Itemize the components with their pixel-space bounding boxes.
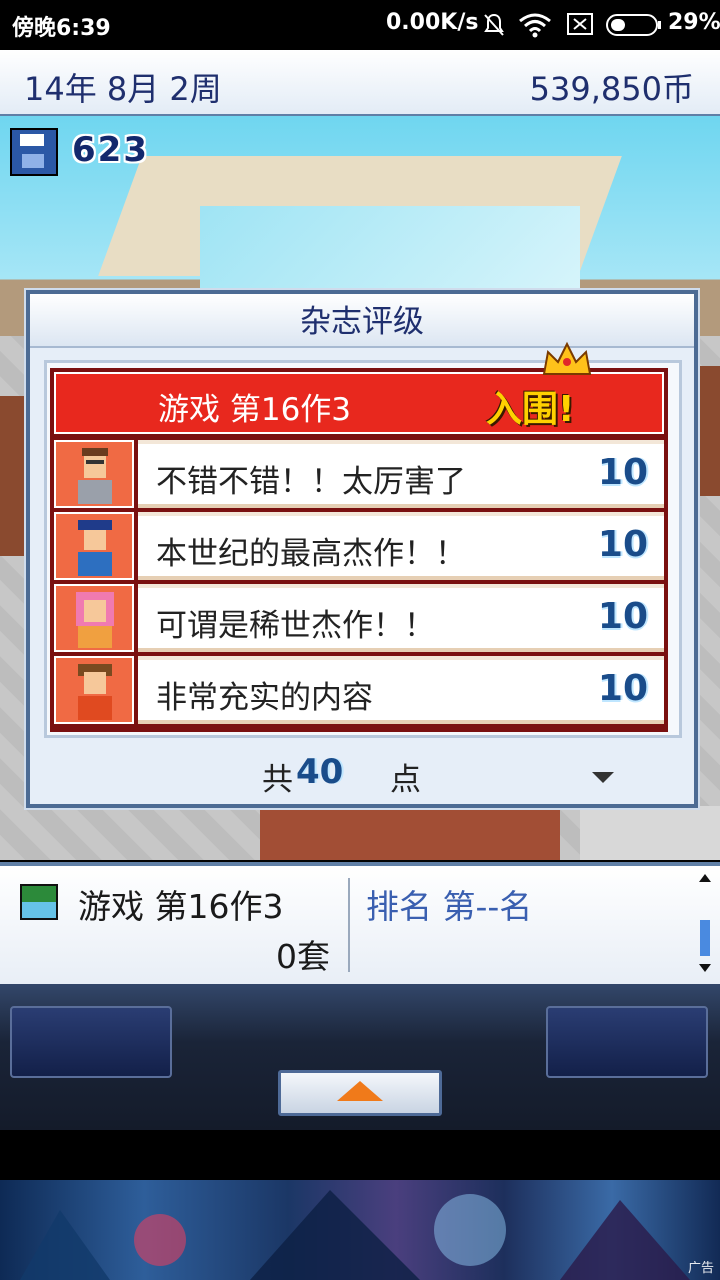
reviewer-brown-hair-icon xyxy=(54,656,134,724)
game-banner: 游戏 第16作3 入围! xyxy=(54,372,664,434)
battery-icon xyxy=(606,14,661,36)
units-sold: 0套 xyxy=(276,937,330,976)
ad-label: 广告 xyxy=(687,1261,714,1276)
sim-icon xyxy=(567,13,593,35)
total-value: 40 xyxy=(296,752,344,792)
arrow-up-icon xyxy=(337,1081,383,1101)
review-comment: 非常充实的内容 xyxy=(156,680,373,716)
scroll-down-icon xyxy=(699,964,711,972)
review-comment: 本世纪的最高杰作！！ xyxy=(156,536,466,572)
reviewed-game-name: 游戏 第16作3 xyxy=(158,392,352,428)
reviewer-pink-hair-icon xyxy=(54,584,134,652)
right-menu-button[interactable] xyxy=(546,1006,708,1078)
scroll-up-icon xyxy=(699,874,711,882)
battery-level: 29% xyxy=(668,10,720,35)
money-display: 539,850币 xyxy=(529,70,694,108)
game-header: 14年 8月 2周 539,850币 xyxy=(0,50,720,117)
left-menu-button[interactable] xyxy=(10,1006,172,1078)
expand-menu-button[interactable] xyxy=(278,1070,442,1116)
save-counter: 623 xyxy=(72,130,149,170)
sales-rank: 排名 第--名 xyxy=(366,887,533,926)
game-info-bar: 游戏 第16作3 0套 排名 第--名 xyxy=(0,862,720,986)
continue-arrow-icon[interactable] xyxy=(592,772,614,783)
ad-artwork xyxy=(20,1190,690,1280)
info-scrollbar[interactable] xyxy=(696,872,714,976)
review-score: 10 xyxy=(597,596,648,637)
review-score: 10 xyxy=(597,524,648,565)
wifi-icon xyxy=(519,13,551,38)
ad-banner[interactable]: 广告 xyxy=(0,1180,720,1280)
game-cartridge-icon xyxy=(20,884,58,920)
total-points: 共 40 点 xyxy=(30,746,694,798)
bookshelf xyxy=(580,806,720,860)
magazine-review-dialog[interactable]: 杂志评级 游戏 第16作3 入围! 不错不错！！太厉害了 10 本世纪的最高杰作！… xyxy=(26,290,698,808)
network-speed: 0.00K/s xyxy=(386,10,479,35)
review-row: 可谓是稀世杰作！！ 10 xyxy=(54,584,664,652)
bell-muted-icon xyxy=(484,13,504,36)
award-label: 入围! xyxy=(486,389,575,430)
control-panel xyxy=(0,984,720,1130)
floppy-disk-icon xyxy=(10,128,58,176)
divider xyxy=(348,878,350,972)
review-score: 10 xyxy=(597,668,648,709)
total-prefix: 共 xyxy=(262,762,293,798)
reviewer-glasses-icon xyxy=(54,440,134,508)
info-game-name: 游戏 第16作3 xyxy=(78,887,284,926)
review-comment: 可谓是稀世杰作！！ xyxy=(156,608,435,644)
reviewer-hat-icon xyxy=(54,512,134,580)
review-row: 不错不错！！太厉害了 10 xyxy=(54,440,664,508)
total-suffix: 点 xyxy=(390,762,421,798)
crown-icon xyxy=(542,341,592,375)
game-date: 14年 8月 2周 xyxy=(24,70,222,108)
review-panel: 游戏 第16作3 入围! 不错不错！！太厉害了 10 本世纪的最高杰作！！ 10 可… xyxy=(50,368,668,732)
review-row: 本世纪的最高杰作！！ 10 xyxy=(54,512,664,580)
review-row: 非常充实的内容 10 xyxy=(54,656,664,724)
dialog-title: 杂志评级 xyxy=(30,294,694,348)
status-bar: 傍晚6:39 0.00K/s 29% xyxy=(0,0,720,50)
review-score: 10 xyxy=(597,452,648,493)
review-comment: 不错不错！！太厉害了 xyxy=(156,464,466,500)
clock: 傍晚6:39 xyxy=(12,16,111,41)
